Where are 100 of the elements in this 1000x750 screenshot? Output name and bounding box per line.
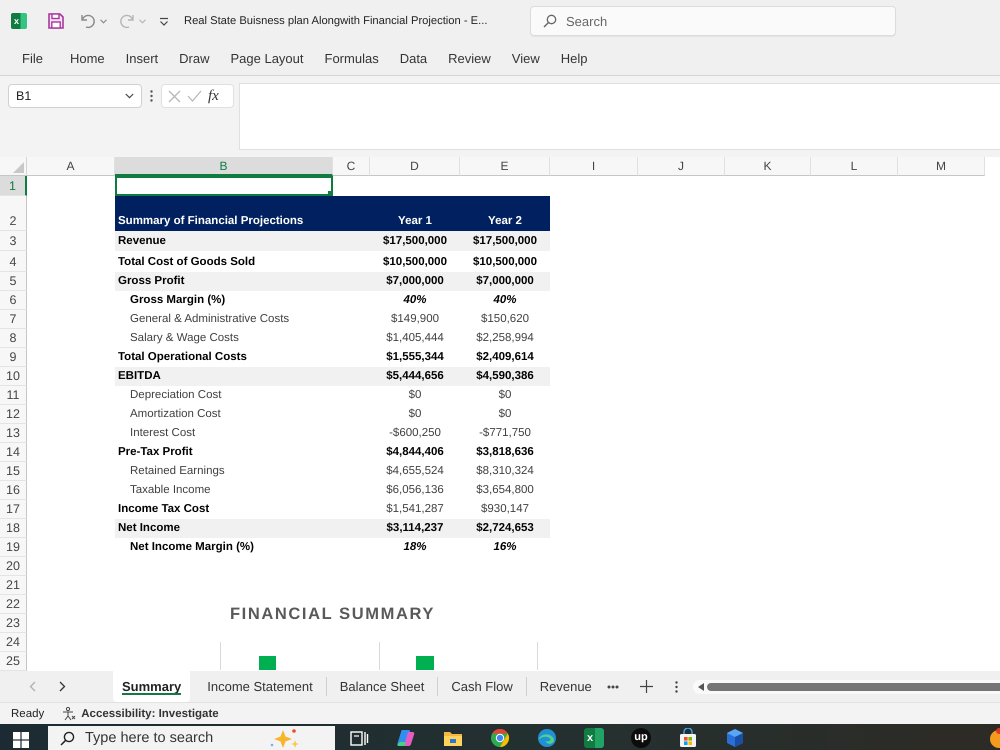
row-header[interactable]: 24 [0, 633, 27, 652]
table-cell-text: Retained Earnings [129, 464, 226, 479]
table-cell-text: $4,844,406 [385, 445, 445, 460]
row-header[interactable]: 6 [0, 291, 27, 310]
row-header[interactable]: 16 [0, 481, 27, 500]
table-cell-text: $0 [408, 407, 422, 422]
sheet-tab[interactable]: Income Statement [190, 677, 326, 696]
row-header[interactable]: 1 [0, 176, 27, 196]
column-header[interactable]: D [370, 157, 460, 176]
taskbar-search-field[interactable]: Type here to search [48, 726, 335, 750]
formula-input[interactable] [239, 83, 1000, 150]
row-header[interactable]: 4 [0, 251, 27, 272]
table-header-cell: Year 2 [460, 196, 550, 231]
row-header[interactable]: 10 [0, 367, 27, 386]
column-header[interactable]: A [27, 157, 115, 176]
start-button[interactable] [13, 732, 29, 748]
row-header[interactable]: 8 [0, 329, 27, 348]
row-header[interactable]: 20 [0, 557, 27, 576]
selected-cell[interactable] [115, 176, 333, 196]
shopping-bag-icon[interactable] [678, 728, 698, 748]
more-options-icon[interactable] [674, 680, 678, 692]
search-field[interactable]: Search [530, 6, 896, 36]
row-header[interactable]: 7 [0, 310, 27, 329]
table-cell-text: $4,655,524 [385, 464, 445, 479]
customize-toolbar-icon[interactable] [159, 16, 169, 26]
table-cell: $2,724,653 [460, 519, 550, 538]
row-header[interactable]: 9 [0, 348, 27, 367]
table-cell-text: -$600,250 [388, 426, 442, 441]
row-header[interactable]: 18 [0, 519, 27, 538]
row-header[interactable]: 5 [0, 272, 27, 291]
swirl-app-icon[interactable] [396, 728, 416, 748]
table-cell-text: General & Administrative Costs [129, 312, 290, 327]
save-icon[interactable] [48, 13, 64, 29]
sheet-tab[interactable]: Revenue [526, 677, 605, 696]
menu-tab[interactable]: Insert [126, 51, 158, 66]
row-header[interactable]: 11 [0, 386, 27, 405]
caret-icon[interactable] [125, 93, 134, 99]
status-text: Ready [11, 708, 44, 720]
table-cell-text: $1,541,287 [385, 502, 445, 517]
wave-browser-icon[interactable] [537, 728, 557, 748]
column-header[interactable]: K [725, 157, 811, 176]
column-header[interactable]: E [460, 157, 550, 176]
menu-tab[interactable]: Review [448, 51, 491, 66]
round-browser-icon[interactable] [490, 728, 510, 748]
table-cell: $17,500,000 [370, 231, 460, 251]
row-header[interactable]: 14 [0, 443, 27, 462]
scrollbar-track[interactable] [692, 680, 1000, 694]
chart-bar [259, 656, 276, 670]
menu-tab[interactable]: Help [560, 51, 588, 66]
row-header[interactable]: 17 [0, 500, 27, 519]
menu-tab[interactable]: Formulas [324, 51, 379, 66]
row-header[interactable]: 25 [0, 652, 27, 671]
accessibility-icon[interactable] [62, 706, 76, 720]
menu-tab[interactable]: Page Layout [230, 51, 304, 66]
next-sheet-icon[interactable] [59, 681, 66, 692]
document-title: Real State Buisness plan Alongwith Financial Projection - E... [184, 15, 488, 27]
sheet-tab[interactable]: Summary [113, 671, 190, 702]
letter-logo-icon[interactable]: up [631, 728, 651, 748]
menu-tab[interactable]: View [512, 51, 540, 66]
sheet-tab[interactable]: Balance Sheet [326, 677, 438, 696]
row-header[interactable]: 22 [0, 595, 27, 614]
insert-function-button[interactable]: fx [208, 88, 219, 104]
menu-tab[interactable]: Data [400, 51, 428, 66]
sheet-tab[interactable]: Cash Flow [437, 677, 526, 696]
scroll-left-icon[interactable] [698, 682, 704, 690]
column-header[interactable]: C [333, 157, 370, 176]
check-icon[interactable] [187, 90, 202, 102]
column-header[interactable]: I [550, 157, 638, 176]
row-header[interactable]: 13 [0, 424, 27, 443]
scrollbar-thumb[interactable] [706, 682, 1000, 690]
table-cell: Net Income [115, 519, 370, 538]
cube-app-icon[interactable] [725, 728, 745, 748]
row-header[interactable]: 15 [0, 462, 27, 481]
row-header[interactable]: 12 [0, 405, 27, 424]
more-options-icon[interactable] [150, 90, 153, 102]
undo-icon[interactable] [80, 13, 96, 29]
menu-tab[interactable]: File [22, 51, 43, 66]
chart-bar [416, 656, 434, 670]
row-header[interactable]: 3 [0, 231, 27, 251]
accessibility-status-button[interactable]: Accessibility: Investigate [81, 708, 219, 720]
row-header[interactable]: 23 [0, 614, 27, 633]
table-cell-text: $0 [498, 388, 512, 403]
table-cell-text: Taxable Income [129, 483, 212, 498]
more-tabs-icon[interactable] [606, 684, 619, 688]
table-cell-text: $2,409,614 [475, 350, 535, 365]
menu-tab[interactable]: Home [70, 51, 105, 66]
spreadsheet-app-icon[interactable]: x [584, 728, 604, 748]
menu-tab[interactable]: Draw [179, 51, 210, 66]
table-cell-text: $3,654,800 [475, 483, 535, 498]
table-cell-text: Interest Cost [129, 426, 196, 441]
row-header[interactable]: 21 [0, 576, 27, 595]
column-header[interactable]: L [811, 157, 898, 176]
row-header[interactable]: 2 [0, 196, 27, 231]
name-box[interactable]: B1 [8, 84, 142, 108]
row-header[interactable]: 19 [0, 538, 27, 557]
column-header[interactable]: B [115, 157, 333, 176]
add-sheet-icon[interactable] [640, 680, 653, 693]
table-cell: $17,500,000 [460, 231, 550, 251]
column-header[interactable]: J [638, 157, 725, 176]
column-header[interactable]: M [898, 157, 985, 176]
